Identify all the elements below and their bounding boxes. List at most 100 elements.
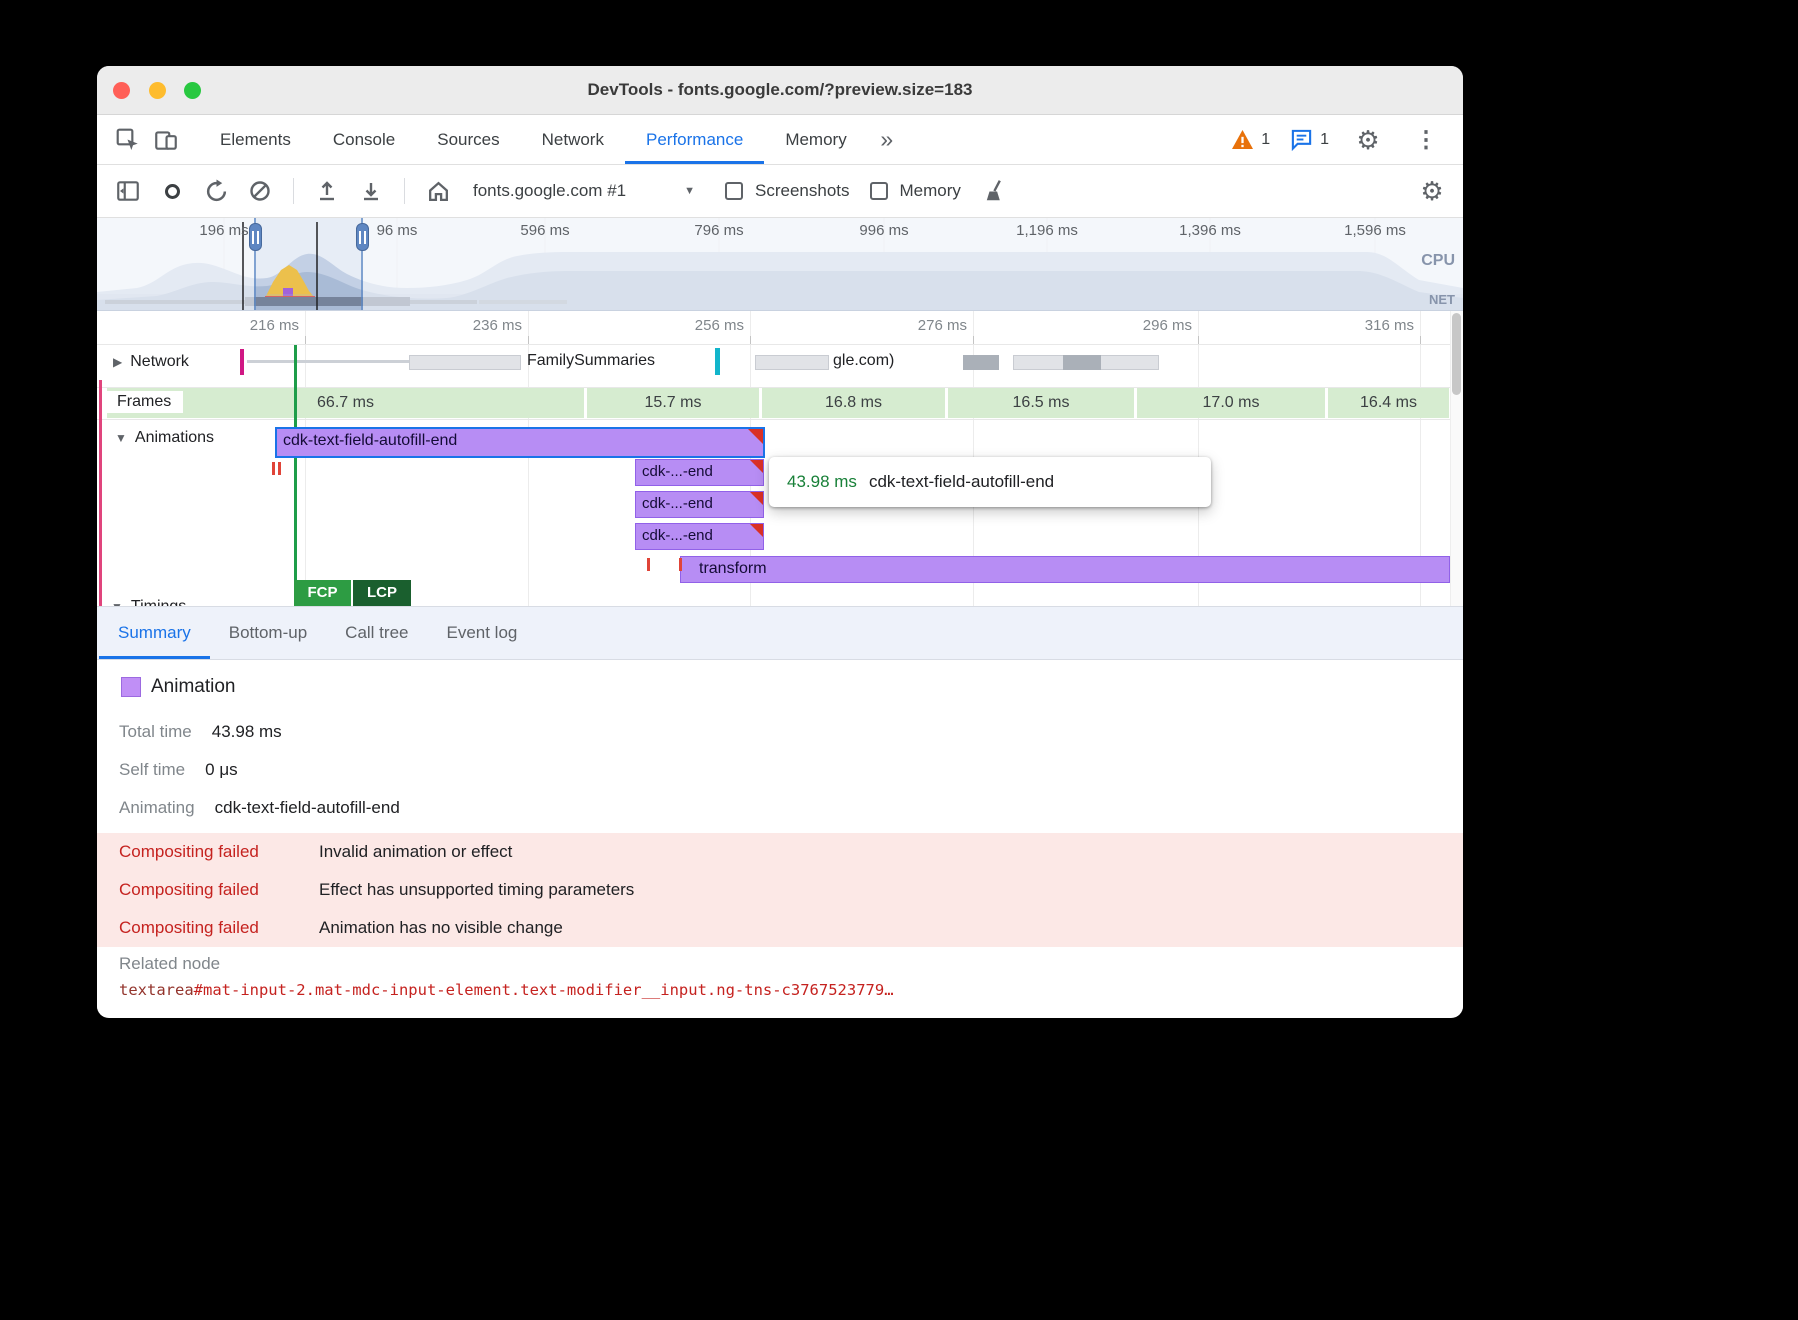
network-request-bar[interactable] xyxy=(247,360,412,363)
ruler-label: 216 ms xyxy=(205,317,299,334)
grip-lines-icon xyxy=(252,231,259,244)
compositing-warning-row: Compositing failedEffect has unsupported… xyxy=(97,871,1463,909)
network-marker-bar[interactable] xyxy=(715,348,720,375)
network-request-bar[interactable] xyxy=(409,355,521,370)
related-node-label: Related node xyxy=(119,954,220,974)
tab-network[interactable]: Network xyxy=(521,115,625,164)
flame-scrollbar[interactable] xyxy=(1450,311,1463,606)
zoom-button[interactable] xyxy=(184,82,201,99)
more-tabs-button[interactable]: » xyxy=(868,119,906,161)
animation-color-swatch xyxy=(121,677,141,697)
sidebar-toggle-button[interactable] xyxy=(109,170,147,212)
reload-icon xyxy=(204,179,229,204)
related-node-link[interactable]: textarea#mat-input-2.mat-mdc-input-eleme… xyxy=(119,981,894,999)
fcp-badge[interactable]: FCP xyxy=(294,580,351,606)
record-and-reload-button[interactable] xyxy=(197,170,235,212)
frame-cell[interactable]: 16.4 ms xyxy=(1328,388,1449,418)
tab-console[interactable]: Console xyxy=(312,115,416,164)
screenshots-toggle[interactable]: Screenshots xyxy=(725,181,850,201)
warning-text: Effect has unsupported timing parameters xyxy=(319,880,634,899)
message-count: 1 xyxy=(1320,131,1329,149)
tab-bottom-up[interactable]: Bottom-up xyxy=(210,607,326,659)
frame-cell[interactable]: 15.7 ms xyxy=(587,388,759,418)
animations-track-header[interactable]: ▼ Animations xyxy=(111,427,224,449)
cpu-overview-chart xyxy=(97,218,1463,311)
frames-track-header[interactable]: Frames xyxy=(105,391,183,413)
tab-call-tree[interactable]: Call tree xyxy=(326,607,427,659)
tooltip-duration: 43.98 ms xyxy=(787,472,857,492)
record-button[interactable] xyxy=(153,170,191,212)
lcp-badge[interactable]: LCP xyxy=(353,580,411,606)
animation-bar[interactable]: cdk-...-end xyxy=(635,491,764,518)
close-button[interactable] xyxy=(113,82,130,99)
tab-event-log[interactable]: Event log xyxy=(427,607,536,659)
tab-sources[interactable]: Sources xyxy=(416,115,520,164)
frame-cell[interactable]: 16.8 ms xyxy=(762,388,945,418)
animations-track-label: Animations xyxy=(135,429,214,447)
animation-bar-label: cdk-...-end xyxy=(636,492,763,515)
summary-category: Animation xyxy=(151,676,236,698)
session-selector[interactable]: fonts.google.com #1 ▼ xyxy=(473,181,695,201)
frame-duration: 15.7 ms xyxy=(645,394,702,412)
live-metrics-button[interactable] xyxy=(419,170,457,212)
summary-row-self-time: Self time0 μs xyxy=(119,760,238,780)
collapsed-triangle-icon: ▶ xyxy=(113,355,122,369)
ruler-tick xyxy=(1198,336,1199,344)
network-track-header[interactable]: ▶ Network xyxy=(109,351,199,373)
frame-cell[interactable]: 16.5 ms xyxy=(948,388,1134,418)
network-request-bar[interactable] xyxy=(1063,355,1101,370)
block-icon xyxy=(248,179,272,203)
flame-scrollbar-thumb[interactable] xyxy=(1452,313,1461,395)
timeline-overview[interactable]: 196 ms 96 ms 596 ms 796 ms 996 ms 1,196 … xyxy=(97,218,1463,311)
node-selector: #mat-input-2.mat-mdc-input-element.text-… xyxy=(194,981,894,999)
ruler-label: 256 ms xyxy=(650,317,744,334)
track-divider xyxy=(97,419,1463,420)
tab-summary[interactable]: Summary xyxy=(99,607,210,659)
minimize-button[interactable] xyxy=(149,82,166,99)
device-toolbar-button[interactable] xyxy=(147,119,185,161)
total-time-value: 43.98 ms xyxy=(212,722,282,741)
animation-bar[interactable]: cdk-...-end xyxy=(635,459,764,486)
overview-time-label: 1,596 ms xyxy=(1344,222,1406,239)
expanded-triangle-icon: ▼ xyxy=(115,431,127,445)
animation-bar-transform[interactable]: transform xyxy=(680,556,1450,583)
network-request-bar[interactable] xyxy=(240,349,244,375)
chevron-down-icon: ▼ xyxy=(684,185,695,197)
performance-settings-button[interactable]: ⚙ xyxy=(1413,170,1451,212)
tab-memory[interactable]: Memory xyxy=(764,115,867,164)
screenshots-checkbox[interactable] xyxy=(725,182,743,200)
collect-garbage-button[interactable] xyxy=(977,170,1015,212)
summary-legend: Animation xyxy=(121,676,236,698)
network-request-label[interactable]: FamilySummaries xyxy=(527,352,655,370)
selection-handle-left[interactable] xyxy=(249,223,262,251)
load-profile-button[interactable] xyxy=(308,170,346,212)
animation-bar[interactable]: cdk-...-end xyxy=(635,523,764,550)
device-toolbar-icon xyxy=(153,127,179,153)
compositing-warning-row: Compositing failedInvalid animation or e… xyxy=(97,833,1463,871)
save-profile-button[interactable] xyxy=(352,170,390,212)
issues-message-counter[interactable]: 1 xyxy=(1290,128,1329,151)
flame-chart[interactable]: 216 ms 236 ms 256 ms 276 ms 296 ms 316 m… xyxy=(97,311,1463,606)
main-menu-button[interactable]: ⋮ xyxy=(1407,119,1445,161)
selection-handle-right[interactable] xyxy=(356,223,369,251)
network-request-bar[interactable] xyxy=(755,355,829,370)
devtools-tab-bar: Elements Console Sources Network Perform… xyxy=(97,115,1463,165)
ruler-label: 296 ms xyxy=(1098,317,1192,334)
issues-warning-counter[interactable]: 1 xyxy=(1231,129,1270,150)
animation-bar-selected[interactable]: cdk-text-field-autofill-end xyxy=(275,427,765,458)
frame-cell[interactable]: 17.0 ms xyxy=(1137,388,1325,418)
network-request-label[interactable]: gle.com) xyxy=(833,352,894,370)
track-highlight-stripe xyxy=(99,380,102,606)
tab-performance[interactable]: Performance xyxy=(625,115,764,164)
inspect-element-button[interactable] xyxy=(109,119,147,161)
total-time-label: Total time xyxy=(119,722,192,741)
clear-recording-button[interactable] xyxy=(241,170,279,212)
memory-toggle[interactable]: Memory xyxy=(870,181,961,201)
window-titlebar: DevTools - fonts.google.com/?preview.siz… xyxy=(97,66,1463,115)
settings-button[interactable]: ⚙ xyxy=(1349,119,1387,161)
tab-elements[interactable]: Elements xyxy=(199,115,312,164)
overview-time-label: 1,196 ms xyxy=(1016,222,1078,239)
network-request-bar[interactable] xyxy=(963,355,999,370)
gear-icon: ⚙ xyxy=(1356,127,1379,153)
memory-checkbox[interactable] xyxy=(870,182,888,200)
